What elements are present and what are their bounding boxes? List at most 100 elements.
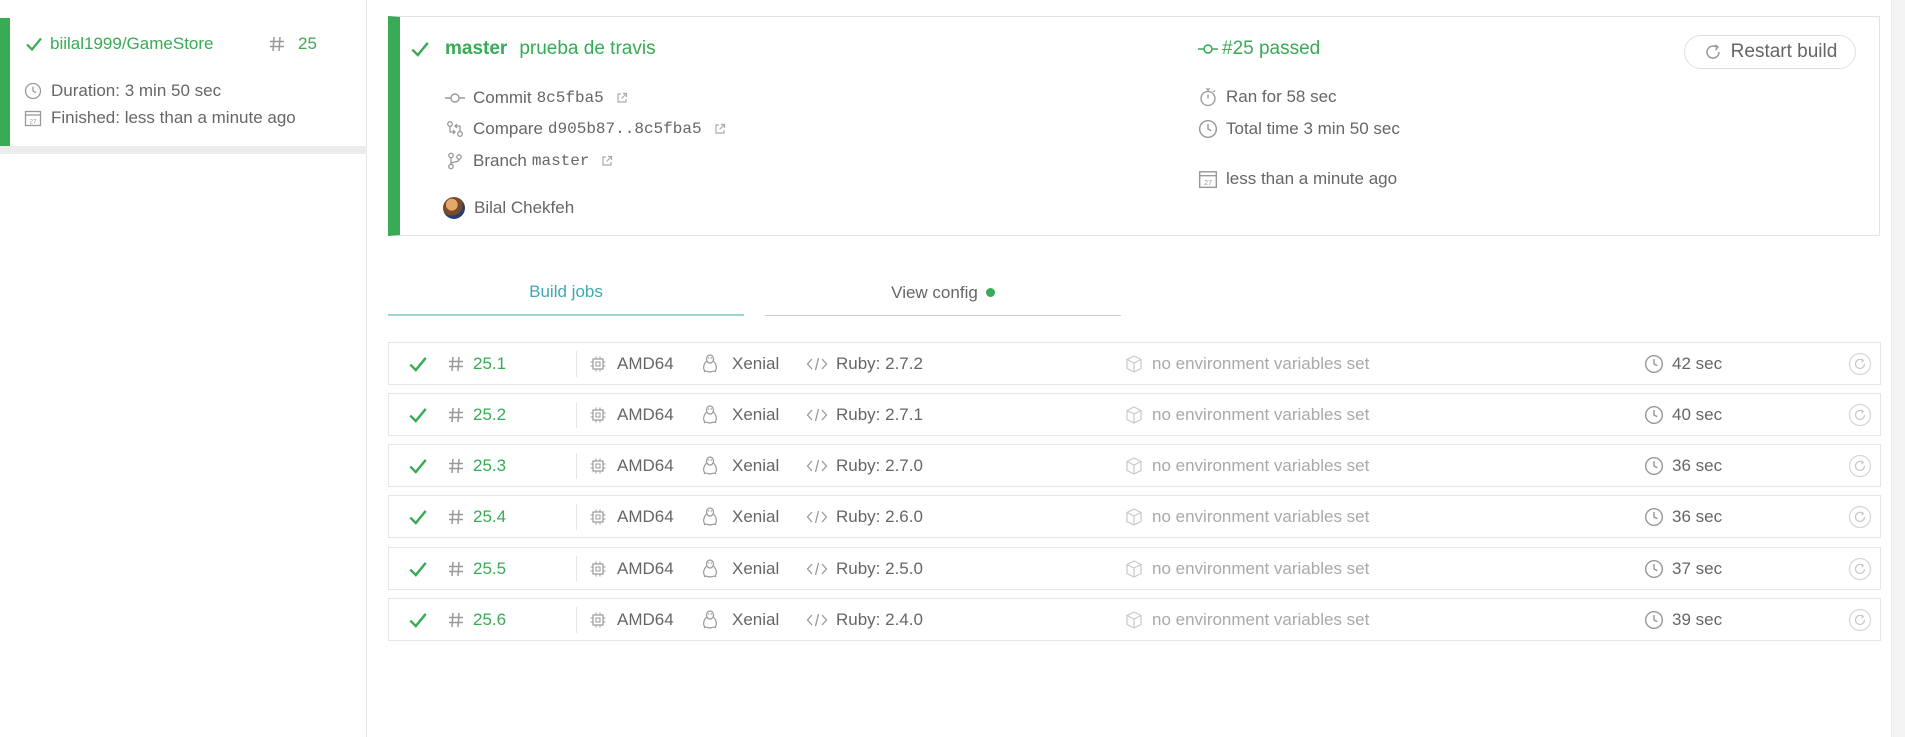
job-language: Ruby: 2.5.0 [836,558,923,578]
tab-view-config[interactable]: View config [765,270,1121,316]
job-number-cell[interactable]: 25.1 [447,343,506,384]
hash-icon [447,560,465,578]
job-duration-cell: 36 sec [1644,496,1722,537]
job-env-cell: no environment variables set [1124,548,1369,589]
cpu-icon [589,508,607,526]
job-duration-cell: 40 sec [1644,394,1722,435]
job-number-cell[interactable]: 25.5 [447,548,506,589]
restart-build-button[interactable]: Restart build [1684,35,1856,69]
code-icon [806,509,828,525]
job-row[interactable]: 25.5 AMD64 Xenial Ruby: 2.5.0 no environ… [388,547,1881,590]
job-number[interactable]: 25.4 [473,507,506,527]
check-icon [407,558,429,580]
external-link-icon[interactable] [714,123,726,135]
job-restart-button[interactable] [1848,394,1872,435]
hash-icon [447,611,465,629]
job-duration: 42 sec [1672,353,1723,373]
scrollbar[interactable] [1891,0,1905,737]
job-number[interactable]: 25.6 [473,610,506,630]
job-duration-cell: 39 sec [1644,599,1722,640]
divider [576,402,577,428]
job-restart-button[interactable] [1848,599,1872,640]
job-language: Ruby: 2.7.1 [836,404,923,424]
job-number[interactable]: 25.5 [473,559,506,579]
job-number-cell[interactable]: 25.2 [447,394,506,435]
repo-link-row[interactable]: biilal1999/GameStore [24,34,213,54]
job-row[interactable]: 25.2 AMD64 Xenial Ruby: 2.7.1 no environ… [388,393,1881,436]
hash-icon [447,355,465,373]
job-os: Xenial [732,609,780,629]
compare-label: Compare [473,119,543,138]
job-arch-cell: AMD64 [589,548,674,589]
sidebar-build-card[interactable]: biilal1999/GameStore 25 Duration: 3 min … [0,18,367,146]
branch-row[interactable]: Branch master [445,151,613,171]
linux-icon [700,558,720,580]
job-number-cell[interactable]: 25.4 [447,496,506,537]
compare-range[interactable]: d905b87..8c5fba5 [548,120,702,138]
job-row[interactable]: 25.4 AMD64 Xenial Ruby: 2.6.0 no environ… [388,495,1881,538]
job-duration: 40 sec [1672,404,1723,424]
job-os-cell: Xenial [700,445,779,486]
job-status [407,343,429,384]
restart-icon [1848,352,1872,376]
sidebar-build-number[interactable]: 25 [268,34,317,54]
job-number-cell[interactable]: 25.3 [447,445,506,486]
job-os: Xenial [732,506,780,526]
cpu-icon [589,406,607,424]
ran-for-text: Ran for 58 sec [1226,87,1337,106]
job-number[interactable]: 25.2 [473,405,506,425]
commit-icon [1198,42,1218,56]
cpu-icon [589,560,607,578]
job-number[interactable]: 25.1 [473,354,506,374]
build-status[interactable]: #25 passed [1198,38,1320,60]
box-icon [1124,507,1144,527]
status-text[interactable]: #25 passed [1222,38,1320,60]
job-restart-button[interactable] [1848,496,1872,537]
job-restart-button[interactable] [1848,445,1872,486]
clock-icon [1644,559,1664,579]
job-os: Xenial [732,404,780,424]
stopwatch-icon [1198,87,1218,107]
build-number[interactable]: 25 [298,34,317,54]
job-os-cell: Xenial [700,548,779,589]
clock-icon [1644,354,1664,374]
ran-for-row: Ran for 58 sec [1198,87,1337,107]
external-link-icon[interactable] [601,155,613,167]
commit-row[interactable]: Commit 8c5fba5 [445,88,628,108]
code-icon [806,356,828,372]
build-status-check [409,38,431,60]
job-row[interactable]: 25.3 AMD64 Xenial Ruby: 2.7.0 no environ… [388,444,1881,487]
job-restart-button[interactable] [1848,548,1872,589]
tab-build-jobs[interactable]: Build jobs [388,270,744,316]
job-restart-button[interactable] [1848,343,1872,384]
job-status [407,548,429,589]
repo-name[interactable]: biilal1999/GameStore [50,34,213,54]
compare-row[interactable]: Compare d905b87..8c5fba5 [445,119,726,139]
job-arch: AMD64 [617,558,674,578]
job-duration-cell: 42 sec [1644,343,1722,384]
job-row[interactable]: 25.1 AMD64 Xenial Ruby: 2.7.2 no environ… [388,342,1881,385]
build-title: master prueba de travis [445,38,656,60]
clock-icon [1644,456,1664,476]
code-icon [806,458,828,474]
branch-name[interactable]: master [532,152,590,170]
job-env-cell: no environment variables set [1124,496,1369,537]
job-number[interactable]: 25.3 [473,456,506,476]
external-link-icon[interactable] [616,92,628,104]
commit-sha[interactable]: 8c5fba5 [537,89,604,107]
job-os: Xenial [732,558,780,578]
job-number-cell[interactable]: 25.6 [447,599,506,640]
job-duration: 39 sec [1672,609,1723,629]
tab-view-config-label: View config [891,282,978,302]
job-language-cell: Ruby: 2.7.1 [806,394,923,435]
restart-icon [1848,608,1872,632]
divider [576,607,577,633]
branch-title[interactable]: master [445,38,507,60]
code-icon [806,407,828,423]
job-row[interactable]: 25.6 AMD64 Xenial Ruby: 2.4.0 no environ… [388,598,1881,641]
restart-icon [1848,454,1872,478]
clock-icon [1644,405,1664,425]
job-language-cell: Ruby: 2.6.0 [806,496,923,537]
job-status [407,599,429,640]
job-os-cell: Xenial [700,599,779,640]
